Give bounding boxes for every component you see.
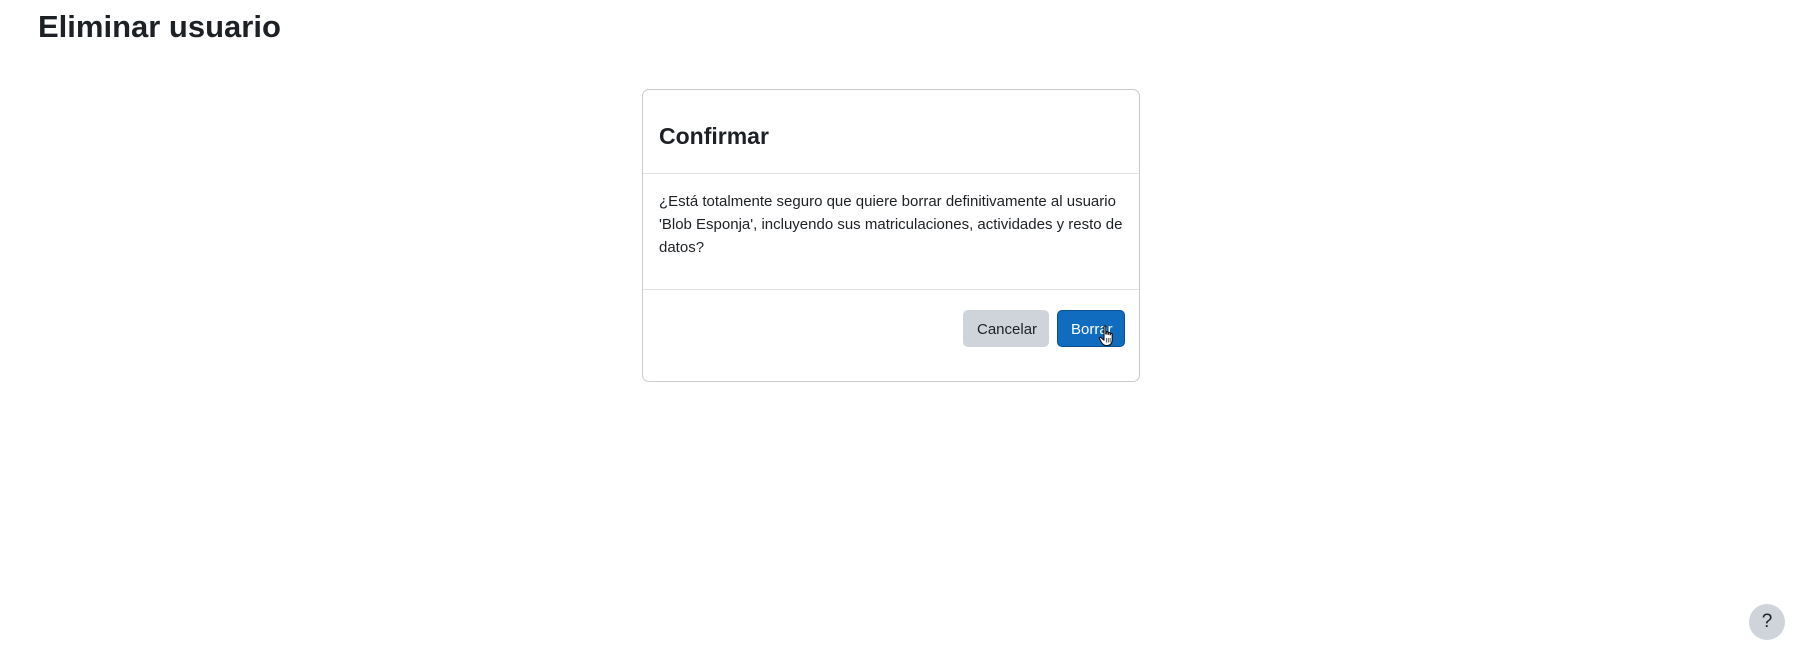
dialog-body: ¿Está totalmente seguro que quiere borra… bbox=[643, 174, 1139, 290]
dialog-message: ¿Está totalmente seguro que quiere borra… bbox=[659, 193, 1123, 256]
confirm-dialog: Confirmar ¿Está totalmente seguro que qu… bbox=[642, 89, 1140, 382]
dialog-footer: Cancelar Borrar bbox=[643, 290, 1139, 381]
delete-button[interactable]: Borrar bbox=[1057, 310, 1125, 347]
page-title: Eliminar usuario bbox=[38, 9, 281, 44]
dialog-title: Confirmar bbox=[659, 123, 769, 149]
cancel-button[interactable]: Cancelar bbox=[963, 310, 1049, 347]
help-button[interactable]: ? bbox=[1749, 604, 1785, 640]
page: Eliminar usuario Confirmar ¿Está totalme… bbox=[0, 0, 1794, 663]
question-mark-icon: ? bbox=[1761, 611, 1773, 632]
dialog-header: Confirmar bbox=[643, 90, 1139, 174]
